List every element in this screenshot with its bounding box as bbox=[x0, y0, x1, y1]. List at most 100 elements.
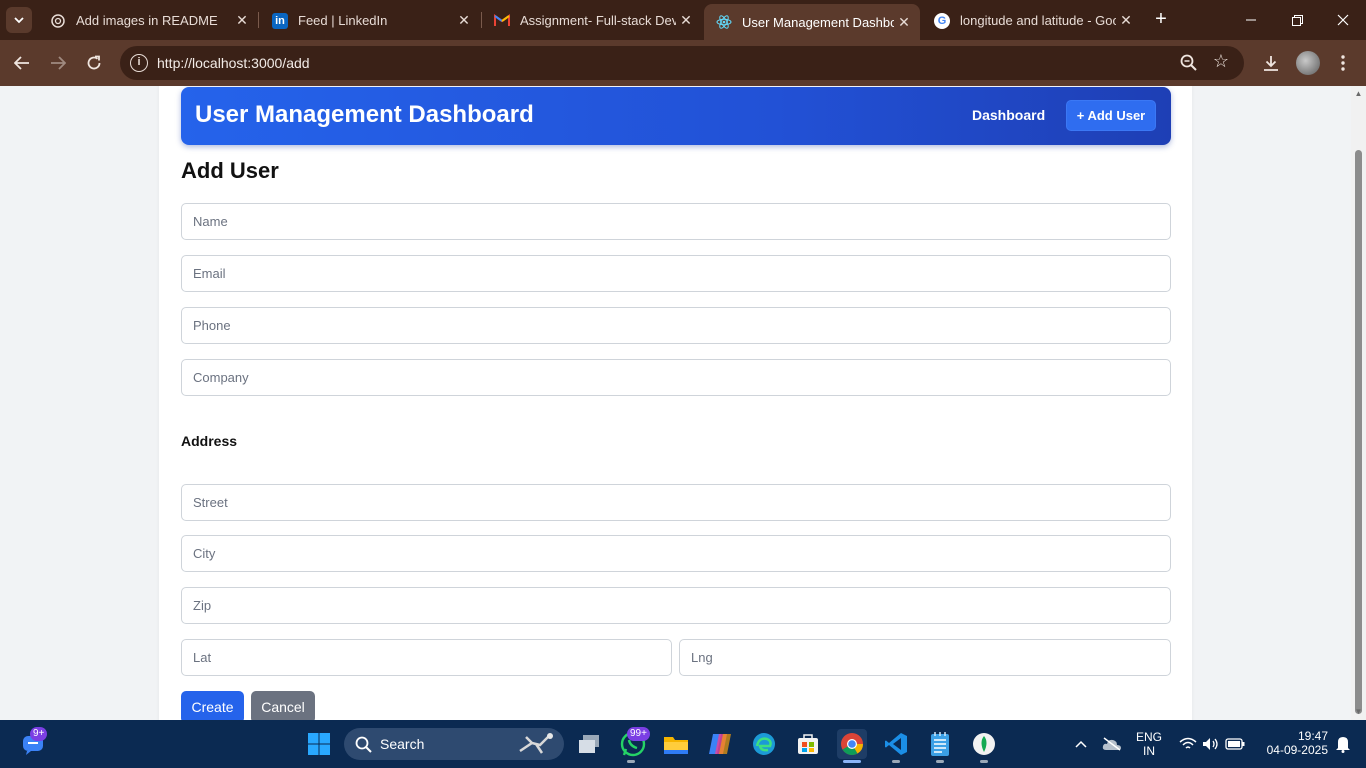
tab-search-button[interactable] bbox=[6, 7, 32, 33]
notification-bell-icon bbox=[1336, 737, 1350, 753]
store-button[interactable] bbox=[793, 729, 823, 759]
show-hidden-icons-button[interactable] bbox=[1066, 729, 1096, 759]
site-info-icon[interactable]: i bbox=[130, 54, 148, 72]
copilot-button[interactable] bbox=[705, 729, 735, 759]
openai-icon bbox=[50, 13, 66, 29]
app-indicator bbox=[892, 760, 900, 763]
scroll-down-icon[interactable]: ▼ bbox=[1354, 708, 1363, 716]
react-icon bbox=[716, 14, 732, 30]
browser-toolbar: i http://localhost:3000/add ☆ bbox=[0, 40, 1366, 86]
search-highlight-icon bbox=[519, 733, 553, 754]
company-field[interactable] bbox=[181, 359, 1171, 396]
address-heading: Address bbox=[181, 433, 238, 449]
region-code: IN bbox=[1143, 744, 1155, 758]
nav-dashboard-link[interactable]: Dashboard bbox=[972, 107, 1045, 123]
chrome-icon bbox=[841, 733, 863, 755]
tab-title: longitude and latitude - Goo bbox=[960, 13, 1116, 28]
tab-linkedin[interactable]: in Feed | LinkedIn ✕ bbox=[260, 5, 480, 36]
wifi-icon bbox=[1179, 737, 1197, 749]
close-icon[interactable]: ✕ bbox=[676, 12, 696, 29]
page-viewport: User Management Dashboard Dashboard + Ad… bbox=[0, 86, 1351, 720]
lng-field[interactable] bbox=[679, 639, 1171, 676]
tab-readme[interactable]: Add images in README ✕ bbox=[38, 5, 258, 36]
task-view-button[interactable] bbox=[574, 729, 604, 759]
start-button[interactable] bbox=[304, 729, 334, 759]
app-title: User Management Dashboard bbox=[195, 101, 534, 128]
minimize-button[interactable] bbox=[1228, 0, 1274, 40]
profile-avatar[interactable] bbox=[1296, 51, 1320, 75]
minimize-icon bbox=[1246, 19, 1256, 21]
notifications-button[interactable] bbox=[1328, 729, 1358, 759]
scrollbar-thumb[interactable] bbox=[1355, 150, 1362, 714]
file-explorer-button[interactable] bbox=[661, 729, 691, 759]
back-button[interactable] bbox=[9, 50, 35, 76]
onedrive-button[interactable] bbox=[1097, 729, 1127, 759]
tab-google[interactable]: G longitude and latitude - Goo ✕ bbox=[922, 5, 1142, 36]
mongodb-leaf-icon bbox=[973, 733, 995, 755]
battery-status[interactable] bbox=[1220, 729, 1250, 759]
mongodb-compass-button[interactable] bbox=[969, 729, 999, 759]
reload-button[interactable] bbox=[81, 50, 107, 76]
chrome-button[interactable] bbox=[837, 729, 867, 759]
tab-user-management[interactable]: User Management Dashboar ✕ bbox=[704, 4, 920, 40]
battery-icon bbox=[1225, 738, 1245, 750]
clock-time: 19:47 bbox=[1297, 729, 1328, 743]
page-scrollbar[interactable]: ▲ ▼ bbox=[1351, 86, 1366, 720]
tab-gmail[interactable]: Assignment- Full-stack Deve ✕ bbox=[482, 5, 702, 36]
cancel-button[interactable]: Cancel bbox=[251, 691, 315, 720]
close-window-button[interactable] bbox=[1320, 0, 1366, 40]
nav-add-user-button[interactable]: + Add User bbox=[1066, 100, 1156, 131]
phone-field[interactable] bbox=[181, 307, 1171, 344]
close-icon[interactable]: ✕ bbox=[1116, 12, 1136, 29]
download-icon bbox=[1264, 56, 1278, 71]
language-indicator[interactable]: ENG IN bbox=[1133, 730, 1165, 758]
linkedin-icon: in bbox=[272, 12, 288, 29]
downloads-button[interactable] bbox=[1258, 50, 1284, 76]
copilot-icon bbox=[709, 734, 731, 754]
scroll-up-icon[interactable]: ▲ bbox=[1354, 90, 1363, 98]
google-icon: G bbox=[934, 12, 950, 29]
close-icon[interactable]: ✕ bbox=[454, 12, 474, 29]
zip-field[interactable] bbox=[181, 587, 1171, 624]
zoom-icon[interactable] bbox=[1178, 52, 1200, 74]
taskbar-search[interactable]: Search bbox=[344, 728, 564, 760]
tab-strip: Add images in README ✕ in Feed | LinkedI… bbox=[0, 0, 1366, 40]
forward-arrow-icon bbox=[51, 56, 66, 70]
restore-button[interactable] bbox=[1274, 0, 1320, 40]
close-icon[interactable]: ✕ bbox=[894, 14, 914, 31]
notepad-button[interactable] bbox=[925, 729, 955, 759]
menu-button[interactable] bbox=[1330, 50, 1356, 76]
edge-icon bbox=[753, 733, 775, 755]
reload-icon bbox=[87, 55, 101, 70]
tab-title: User Management Dashboar bbox=[742, 14, 894, 30]
notepad-icon bbox=[931, 732, 949, 756]
edge-button[interactable] bbox=[749, 729, 779, 759]
vscode-button[interactable] bbox=[881, 729, 911, 759]
whatsapp-badge: 99+ bbox=[627, 727, 650, 741]
close-icon[interactable]: ✕ bbox=[232, 12, 252, 29]
clock[interactable]: 19:47 04-09-2025 bbox=[1256, 729, 1328, 757]
search-label: Search bbox=[380, 736, 425, 752]
store-icon bbox=[798, 734, 818, 754]
speaker-icon bbox=[1203, 738, 1218, 750]
email-field[interactable] bbox=[181, 255, 1171, 292]
active-app-indicator bbox=[843, 760, 861, 763]
content-card: User Management Dashboard Dashboard + Ad… bbox=[159, 86, 1192, 720]
app-indicator bbox=[627, 760, 635, 763]
url-text[interactable]: http://localhost:3000/add bbox=[157, 55, 310, 71]
forward-button[interactable] bbox=[45, 50, 71, 76]
name-field[interactable] bbox=[181, 203, 1171, 240]
page-title: Add User bbox=[181, 158, 279, 183]
chevron-down-icon bbox=[14, 17, 24, 24]
chat-badge: 9+ bbox=[30, 727, 48, 741]
new-tab-button[interactable]: + bbox=[1150, 8, 1172, 30]
close-icon bbox=[1337, 14, 1349, 26]
language-code: ENG bbox=[1135, 730, 1162, 744]
lat-field[interactable] bbox=[181, 639, 672, 676]
street-field[interactable] bbox=[181, 484, 1171, 521]
clock-date: 04-09-2025 bbox=[1266, 743, 1328, 757]
bookmark-star-icon[interactable]: ☆ bbox=[1210, 51, 1232, 73]
city-field[interactable] bbox=[181, 535, 1171, 572]
create-button[interactable]: Create bbox=[181, 691, 244, 720]
address-bar[interactable]: i http://localhost:3000/add ☆ bbox=[120, 46, 1244, 80]
